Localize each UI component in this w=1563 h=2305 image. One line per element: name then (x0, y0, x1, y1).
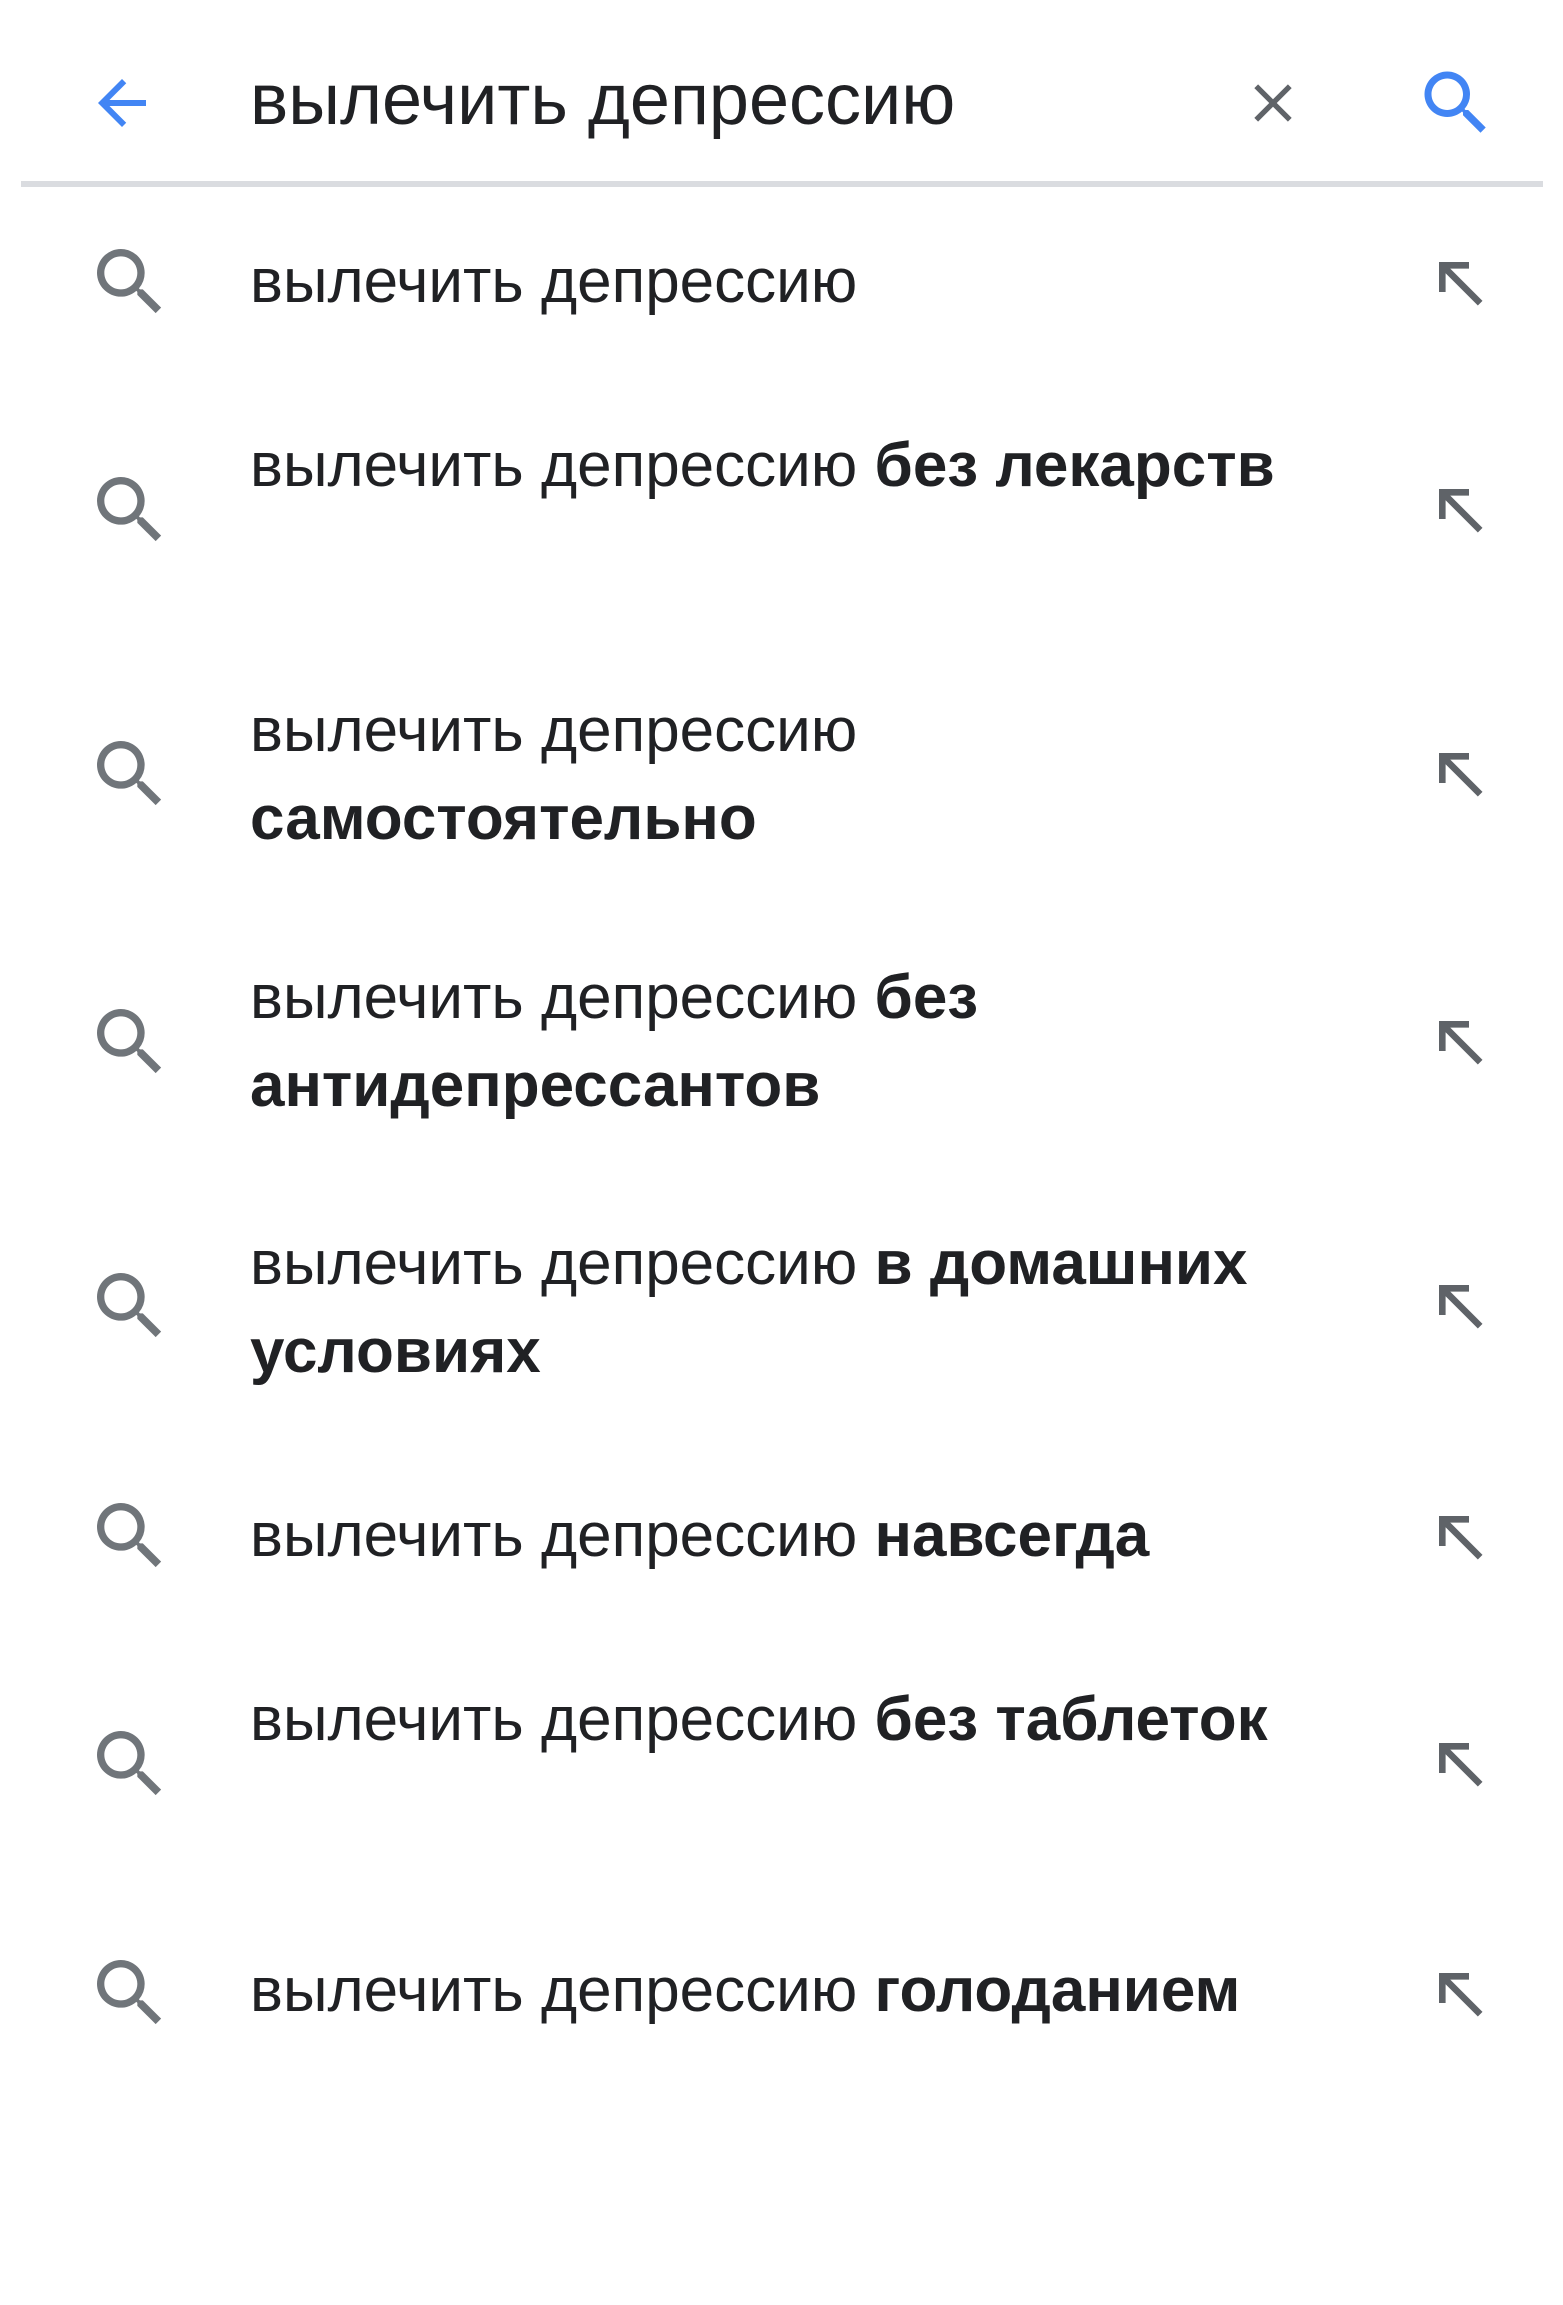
search-submit-button[interactable] (1408, 55, 1504, 151)
suggestion-suffix: навсегда (874, 1501, 1150, 1570)
suggestion-text: вылечить депрессию без лекарств (250, 422, 1360, 510)
fill-query-button[interactable] (1412, 994, 1508, 1090)
search-input[interactable] (250, 45, 1150, 155)
arrow-up-left-icon (1439, 1285, 1483, 1329)
suggestion-prefix: вылечить депрессию (250, 1685, 858, 1754)
arrow-up-left-icon (1439, 1743, 1483, 1787)
suggestion-prefix: вылечить депрессию (250, 963, 858, 1032)
suggestion-text: вылечить депрессию без таблеток (250, 1676, 1360, 1764)
fill-query-button[interactable] (1412, 726, 1508, 822)
search-icon (82, 462, 178, 558)
suggestion-item[interactable]: вылечить депрессию в домашних условиях (0, 1175, 1563, 1441)
search-icon (82, 994, 178, 1090)
suggestion-prefix: вылечить депрессию (250, 696, 858, 765)
arrow-up-left-icon (1439, 1973, 1483, 2017)
fill-query-button[interactable] (1412, 235, 1508, 331)
back-button[interactable] (74, 55, 170, 151)
suggestion-item[interactable]: вылечить депрессию без таблеток (0, 1631, 1563, 1897)
arrow-left-icon (98, 79, 146, 127)
suggestion-suffix: без лекарств (874, 431, 1275, 500)
suggestion-text: вылечить депрессию в домашних условиях (250, 1220, 1360, 1396)
suggestion-suffix: голоданием (874, 1956, 1241, 2025)
clear-button[interactable] (1225, 55, 1321, 151)
fill-query-button[interactable] (1412, 1946, 1508, 2042)
search-icon (82, 1945, 178, 2041)
arrow-up-left-icon (1439, 1516, 1483, 1560)
suggestion-text: вылечить депрессию (250, 238, 1360, 326)
search-icon (82, 1716, 178, 1812)
arrow-up-left-icon (1439, 262, 1483, 306)
arrow-up-left-icon (1439, 753, 1483, 797)
arrow-up-left-icon (1439, 1021, 1483, 1065)
suggestion-item[interactable]: вылечить депрессию самостоятельно (0, 643, 1563, 909)
search-icon (82, 726, 178, 822)
search-icon (82, 234, 178, 330)
suggestion-prefix: вылечить депрессию (250, 1956, 858, 2025)
suggestion-item[interactable]: вылечить депрессию без лекарств (0, 377, 1563, 643)
suggestion-text: вылечить депрессию навсегда (250, 1492, 1360, 1580)
suggestion-suffix: самостоятельно (250, 784, 757, 853)
suggestion-text: вылечить депрессию самостоятельно (250, 687, 1360, 863)
suggestion-prefix: вылечить депрессию (250, 247, 858, 316)
search-icon (82, 1258, 178, 1354)
suggestion-list: вылечить депрессию вылечить депрессию бе… (0, 187, 1563, 2087)
fill-query-button[interactable] (1412, 462, 1508, 558)
suggestion-text: вылечить депрессию голоданием (250, 1947, 1360, 2035)
fill-query-button[interactable] (1412, 1258, 1508, 1354)
suggestion-item[interactable]: вылечить депрессию навсегда (0, 1441, 1563, 1631)
search-icon (82, 1488, 178, 1584)
suggestion-prefix: вылечить депрессию (250, 431, 858, 500)
suggestion-prefix: вылечить депрессию (250, 1229, 858, 1298)
fill-query-button[interactable] (1412, 1716, 1508, 1812)
close-icon (1254, 84, 1292, 122)
suggestion-item[interactable]: вылечить депрессию (0, 187, 1563, 377)
fill-query-button[interactable] (1412, 1489, 1508, 1585)
search-icon (1424, 71, 1486, 133)
suggestion-text: вылечить депрессию без антидепрессантов (250, 954, 1360, 1130)
suggestion-item[interactable]: вылечить депрессию голоданием (0, 1897, 1563, 2087)
search-bar (0, 0, 1563, 185)
suggestion-suffix: без таблеток (874, 1685, 1268, 1754)
arrow-up-left-icon (1439, 489, 1483, 533)
suggestion-item[interactable]: вылечить депрессию без антидепрессантов (0, 909, 1563, 1175)
suggestion-prefix: вылечить депрессию (250, 1501, 858, 1570)
